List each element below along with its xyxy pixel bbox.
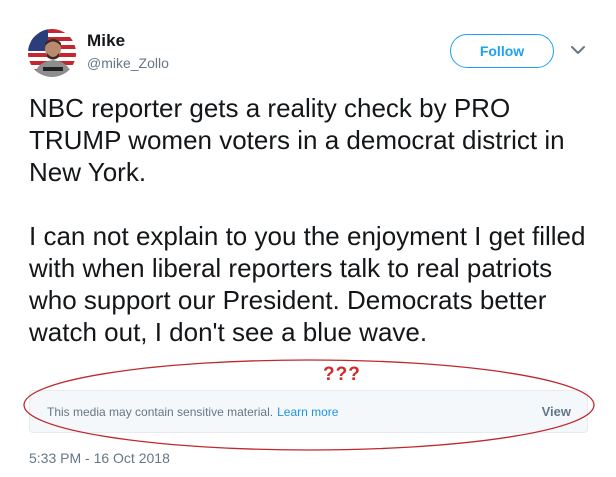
sensitive-media-message: This media may contain sensitive materia… bbox=[47, 405, 338, 419]
profile-photo-flag-icon bbox=[28, 29, 76, 77]
chevron-down-icon[interactable] bbox=[570, 44, 586, 56]
author-handle[interactable]: @mike_Zollo bbox=[87, 55, 169, 71]
tweet-timestamp[interactable]: 5:33 PM - 16 Oct 2018 bbox=[29, 450, 170, 466]
follow-button[interactable]: Follow bbox=[450, 34, 554, 68]
sensitive-media-notice: This media may contain sensitive materia… bbox=[29, 390, 588, 433]
view-media-button[interactable]: View bbox=[542, 404, 571, 419]
notice-message: This media may contain sensitive materia… bbox=[47, 405, 274, 419]
learn-more-link[interactable]: Learn more bbox=[277, 405, 338, 419]
annotation-question-marks: ??? bbox=[323, 364, 361, 385]
tweet-card: Mike @mike_Zollo Follow NBC reporter get… bbox=[0, 0, 616, 477]
tweet-text: NBC reporter gets a reality check by PRO… bbox=[29, 92, 599, 348]
author-name[interactable]: Mike bbox=[87, 31, 125, 51]
avatar[interactable] bbox=[28, 29, 76, 77]
tweet-paragraph: NBC reporter gets a reality check by PRO… bbox=[29, 93, 565, 187]
tweet-paragraph: I can not explain to you the enjoyment I… bbox=[29, 221, 586, 347]
